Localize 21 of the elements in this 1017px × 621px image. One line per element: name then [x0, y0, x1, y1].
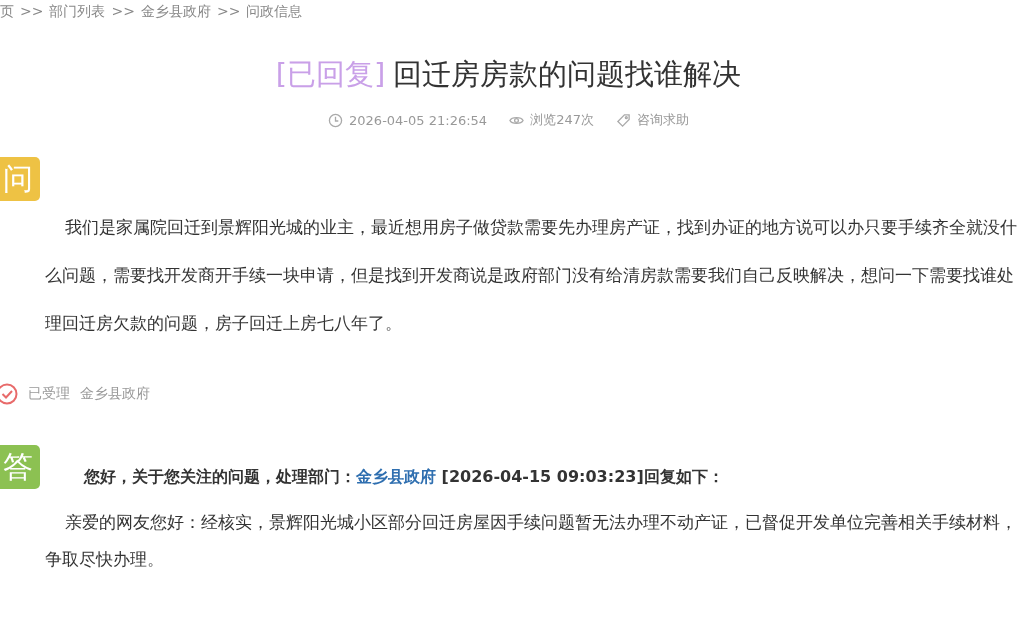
clock-icon: [328, 112, 344, 128]
tag-icon: [615, 112, 631, 128]
post-time: 2026-04-05 21:26:54: [349, 112, 488, 128]
answer-badge: 答: [0, 445, 40, 489]
question-text: 我们是家属院回迁到景辉阳光城的业主，最近想用房子做贷款需要先办理房产证，找到办证的地方说可以办只要手续齐全就没什么问题，需要找开发商开手续一块申请，但是找到开发商说是政府部门没有给清房款需要我们自己反映解决，想问一下需要找谁处理回迁房欠款的问题，房子回迁上房七八年了。: [44, 216, 1017, 335]
breadcrumb-link[interactable]: 问政信息: [246, 3, 303, 27]
breadcrumb-separator: >>: [111, 3, 135, 21]
breadcrumb-link[interactable]: 金乡县政府: [140, 3, 211, 27]
breadcrumb-separator: >>: [216, 3, 241, 21]
reply-text: 亲爱的网友您好：经核实，景辉阳光城小区部分回迁房屋因手续问题暂无法办理不动产证，已督促开发单位完善相关手续材料，争取尽快办理。: [44, 512, 1017, 571]
question-badge: 问: [0, 157, 40, 201]
processing-status: 已受理: [28, 385, 70, 403]
view-count: 浏览247次: [530, 111, 594, 129]
breadcrumb-separator: >>: [20, 3, 44, 21]
page-title: 回迁房房款的问题找谁解决: [393, 56, 742, 93]
breadcrumb-link[interactable]: 页: [0, 3, 14, 27]
breadcrumb-link[interactable]: 部门列表: [49, 3, 106, 27]
department-name: 金乡县政府: [80, 385, 150, 403]
department-link[interactable]: 金乡县政府: [356, 467, 436, 486]
status-label: [已回复]: [275, 56, 386, 93]
category-label: 咨询求助: [636, 111, 689, 129]
